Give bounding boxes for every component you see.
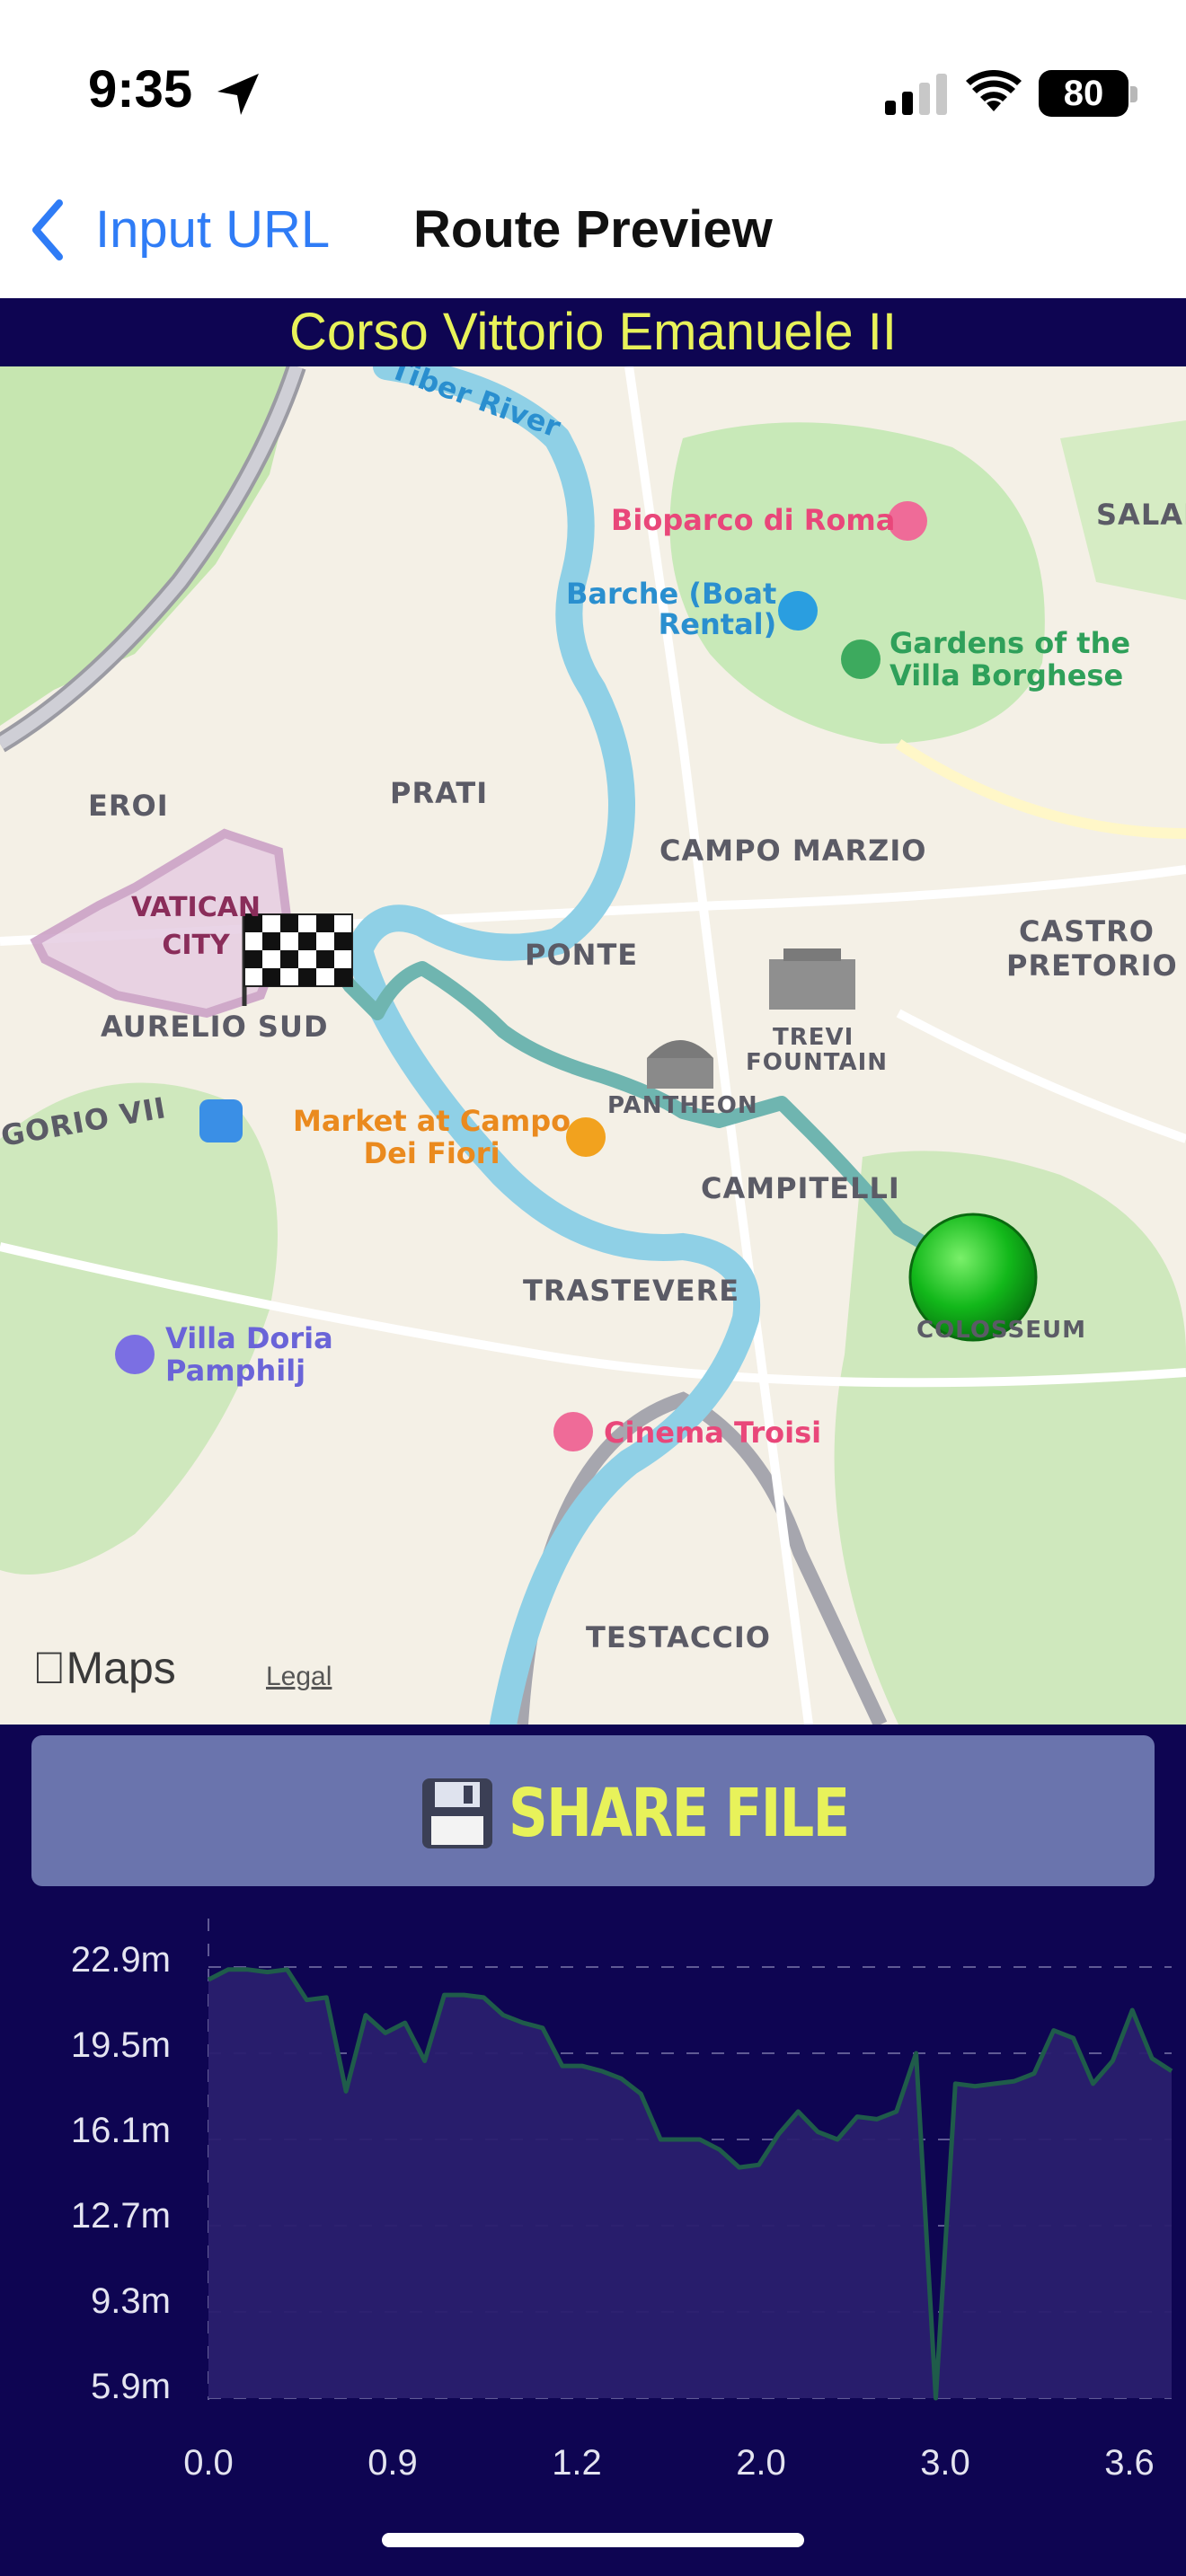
poi-label-line: Villa Borghese bbox=[890, 658, 1124, 693]
trevi-fountain-icon bbox=[769, 948, 855, 1010]
poi-label-line: Pamphilj bbox=[165, 1354, 306, 1388]
legal-link[interactable]: Legal bbox=[266, 1662, 332, 1692]
battery-level: 80 bbox=[1063, 74, 1104, 113]
poi-label-line: Dei Fiori bbox=[363, 1136, 500, 1170]
x-tick-label: 1.2 bbox=[552, 2443, 602, 2483]
y-tick-label: 16.1m bbox=[70, 2111, 171, 2150]
market-icon bbox=[566, 1117, 606, 1157]
boat-icon bbox=[778, 591, 818, 631]
poi-label[interactable]: Bioparco di Roma bbox=[611, 503, 895, 537]
y-tick-label: 22.9m bbox=[70, 1940, 171, 1980]
cellular-signal-icon bbox=[885, 74, 947, 115]
road bbox=[895, 739, 1186, 839]
y-tick-label: 9.3m bbox=[91, 2281, 171, 2321]
poi-label-line: Rental) bbox=[658, 607, 777, 641]
district-label: EROI bbox=[88, 789, 169, 823]
cinema-icon bbox=[553, 1412, 593, 1451]
elevation-area bbox=[208, 1969, 1172, 2398]
x-tick-label: 0.0 bbox=[183, 2443, 234, 2483]
attribution-text: Maps bbox=[32, 1643, 176, 1693]
home-indicator[interactable] bbox=[382, 2533, 804, 2547]
district-label: PRETORIO bbox=[1006, 948, 1178, 983]
poi-label[interactable]: Gardens of the Villa Borghese bbox=[890, 627, 1130, 692]
vatican-label-line: VATICAN bbox=[131, 892, 261, 923]
landmark-label: PANTHEON bbox=[607, 1092, 758, 1119]
y-tick-label: 12.7m bbox=[70, 2196, 171, 2236]
location-arrow-icon bbox=[217, 74, 259, 115]
district-label: CAMPO MARZIO bbox=[659, 834, 927, 868]
district-label: TESTACCIO bbox=[586, 1620, 771, 1654]
floppy-disk-icon bbox=[422, 1778, 492, 1848]
district-label: CASTRO bbox=[1019, 914, 1155, 948]
x-tick-label: 0.9 bbox=[367, 2443, 418, 2483]
route-map[interactable]: PRATI CAMPO MARZIO PONTE CASTRO PRETORIO… bbox=[0, 366, 1186, 1725]
map-canvas bbox=[0, 366, 1186, 1725]
x-tick-label: 3.6 bbox=[1104, 2443, 1155, 2483]
district-label: CAMPITELLI bbox=[701, 1171, 900, 1205]
battery-tip bbox=[1130, 86, 1137, 102]
poi-label-line: Barche (Boat bbox=[566, 577, 777, 611]
pantheon-icon bbox=[647, 1040, 713, 1089]
poi-label[interactable]: Barche (Boat Rental) bbox=[566, 578, 776, 640]
wifi-icon bbox=[966, 70, 1022, 111]
x-tick-label: 2.0 bbox=[736, 2443, 786, 2483]
apple-maps-attribution: Maps bbox=[32, 1642, 176, 1694]
chevron-left-icon[interactable] bbox=[25, 196, 70, 264]
poi-label-line: Market at Campo bbox=[293, 1104, 571, 1138]
train-station-icon bbox=[199, 1099, 243, 1142]
elevation-chart bbox=[207, 1919, 1173, 2401]
poi-label[interactable]: Market at Campo Dei Fiori bbox=[293, 1105, 571, 1169]
back-button[interactable]: Input URL bbox=[95, 196, 330, 264]
poi-label[interactable]: Cinema Troisi bbox=[604, 1416, 821, 1450]
vatican-label: VATICAN CITY bbox=[131, 889, 261, 965]
district-label: SALAR bbox=[1096, 498, 1186, 532]
x-tick-label: 3.0 bbox=[920, 2443, 970, 2483]
share-file-label: SHARE FILE bbox=[509, 1775, 850, 1852]
current-street-name: Corso Vittorio Emanuele II bbox=[289, 303, 897, 361]
garden-icon bbox=[841, 640, 881, 679]
landmark-label: COLOSSEUM bbox=[916, 1317, 1086, 1344]
road bbox=[896, 1009, 1186, 1143]
poi-label[interactable]: Villa Doria Pamphilj bbox=[165, 1322, 333, 1387]
landmark-label: TREVI bbox=[773, 1024, 854, 1051]
district-label: TRASTEVERE bbox=[523, 1274, 740, 1308]
poi-label-line: Gardens of the bbox=[890, 626, 1131, 660]
landmark-label: FOUNTAIN bbox=[746, 1049, 889, 1076]
poi-label-line: Villa Doria bbox=[165, 1321, 333, 1355]
district-label: PRATI bbox=[390, 776, 489, 810]
park-area bbox=[0, 366, 296, 726]
villa-icon bbox=[115, 1335, 155, 1374]
page-title: Route Preview bbox=[413, 200, 773, 259]
district-label: PONTE bbox=[525, 938, 639, 972]
vatican-label-line: CITY bbox=[162, 930, 230, 961]
y-tick-label: 5.9m bbox=[91, 2367, 171, 2406]
y-tick-label: 19.5m bbox=[70, 2025, 171, 2065]
district-label: AURELIO SUD bbox=[101, 1010, 329, 1044]
status-time: 9:35 bbox=[88, 60, 193, 119]
